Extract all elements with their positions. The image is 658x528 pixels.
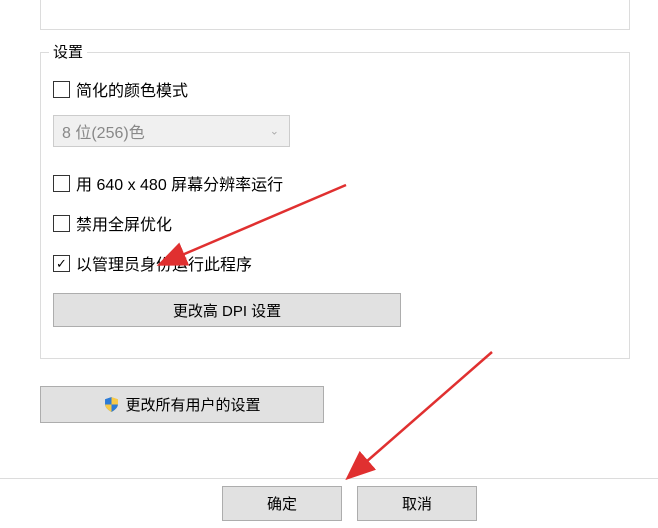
ok-label: 确定 xyxy=(267,493,297,514)
change-all-users-button[interactable]: 更改所有用户的设置 xyxy=(40,386,324,423)
color-depth-value: 8 位(256)色 xyxy=(62,119,145,143)
settings-legend: 设置 xyxy=(49,41,87,62)
change-all-users-label: 更改所有用户的设置 xyxy=(125,394,260,415)
disable-fullscreen-checkbox[interactable] xyxy=(53,215,70,232)
run-as-admin-checkbox[interactable]: ✓ xyxy=(53,255,70,272)
change-dpi-label: 更改高 DPI 设置 xyxy=(173,300,281,321)
resolution-checkbox[interactable] xyxy=(53,175,70,192)
simplified-color-row[interactable]: 简化的颜色模式 xyxy=(53,77,188,101)
change-dpi-button[interactable]: 更改高 DPI 设置 xyxy=(53,293,401,327)
disable-fullscreen-label: 禁用全屏优化 xyxy=(76,211,172,235)
ok-button[interactable]: 确定 xyxy=(222,486,342,521)
resolution-label: 用 640 x 480 屏幕分辨率运行 xyxy=(76,171,283,195)
dialog-button-row: 确定 取消 xyxy=(0,478,658,528)
chevron-down-icon: ⌄ xyxy=(270,125,279,138)
run-as-admin-row[interactable]: ✓ 以管理员身份运行此程序 xyxy=(53,251,252,275)
cancel-button[interactable]: 取消 xyxy=(357,486,477,521)
run-as-admin-label: 以管理员身份运行此程序 xyxy=(76,251,252,275)
color-depth-dropdown: 8 位(256)色 ⌄ xyxy=(53,115,290,147)
simplified-color-label: 简化的颜色模式 xyxy=(76,77,188,101)
disable-fullscreen-row[interactable]: 禁用全屏优化 xyxy=(53,211,172,235)
settings-groupbox: 设置 简化的颜色模式 8 位(256)色 ⌄ 用 640 x 480 屏幕分辨率… xyxy=(40,52,630,359)
check-icon: ✓ xyxy=(56,257,67,270)
resolution-row[interactable]: 用 640 x 480 屏幕分辨率运行 xyxy=(53,171,283,195)
cancel-label: 取消 xyxy=(402,493,432,514)
shield-icon xyxy=(103,396,120,413)
upper-panel-remnant xyxy=(40,0,630,30)
simplified-color-checkbox[interactable] xyxy=(53,81,70,98)
